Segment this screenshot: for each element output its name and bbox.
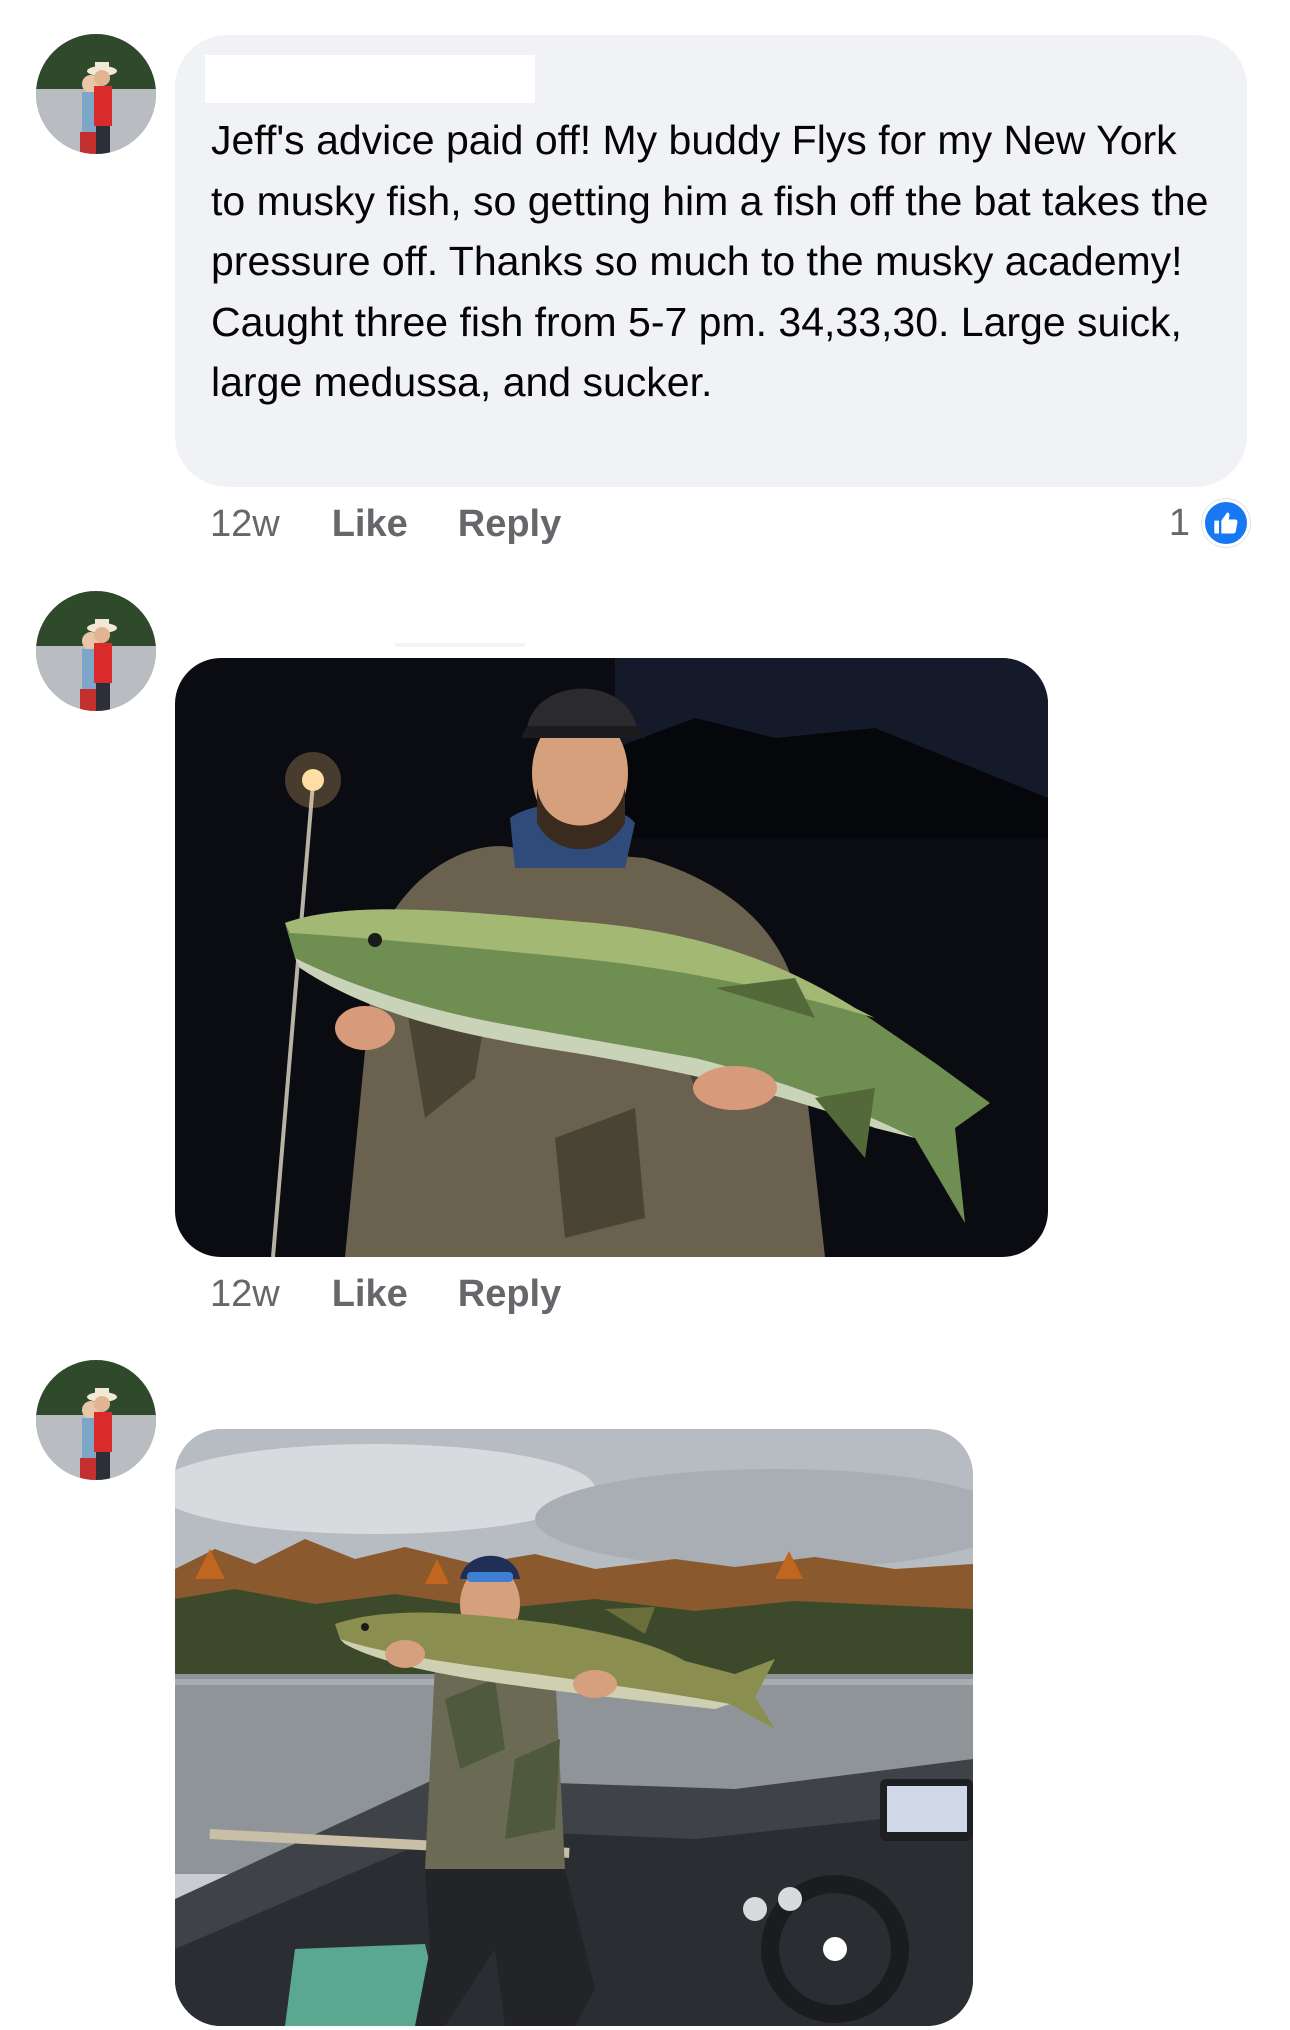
avatar-photo xyxy=(36,591,156,711)
comment-actions: 12w Like Reply xyxy=(210,1273,611,1316)
like-button[interactable]: Like xyxy=(332,503,408,546)
commenter-avatar[interactable] xyxy=(36,591,156,711)
commenter-avatar[interactable] xyxy=(36,34,156,154)
lake-musky-photo xyxy=(175,1429,973,2026)
reply-button[interactable]: Reply xyxy=(458,503,561,546)
avatar-photo xyxy=(36,34,156,154)
commenter-avatar[interactable] xyxy=(36,1360,156,1480)
comment-photo[interactable] xyxy=(175,1429,973,2026)
redacted-commenter-name xyxy=(205,55,535,103)
avatar-photo xyxy=(36,1360,156,1480)
comment-text: Jeff's advice paid off! My buddy Flys fo… xyxy=(211,117,1209,405)
reply-button[interactable]: Reply xyxy=(458,1273,561,1316)
comment-bubble[interactable]: Jeff's advice paid off! My buddy Flys fo… xyxy=(175,35,1247,487)
reaction-summary[interactable]: 1 xyxy=(1169,499,1250,547)
like-button[interactable]: Like xyxy=(332,1273,408,1316)
redacted-name-strip xyxy=(395,643,525,647)
night-musky-photo xyxy=(175,658,1048,1257)
comment-actions: 12w Like Reply xyxy=(210,503,611,546)
reaction-count: 1 xyxy=(1168,501,1190,544)
thumbs-up-icon xyxy=(1202,499,1250,547)
comment-photo[interactable] xyxy=(175,658,1048,1257)
comment-timestamp[interactable]: 12w xyxy=(210,503,280,546)
comment-timestamp[interactable]: 12w xyxy=(210,1273,280,1316)
